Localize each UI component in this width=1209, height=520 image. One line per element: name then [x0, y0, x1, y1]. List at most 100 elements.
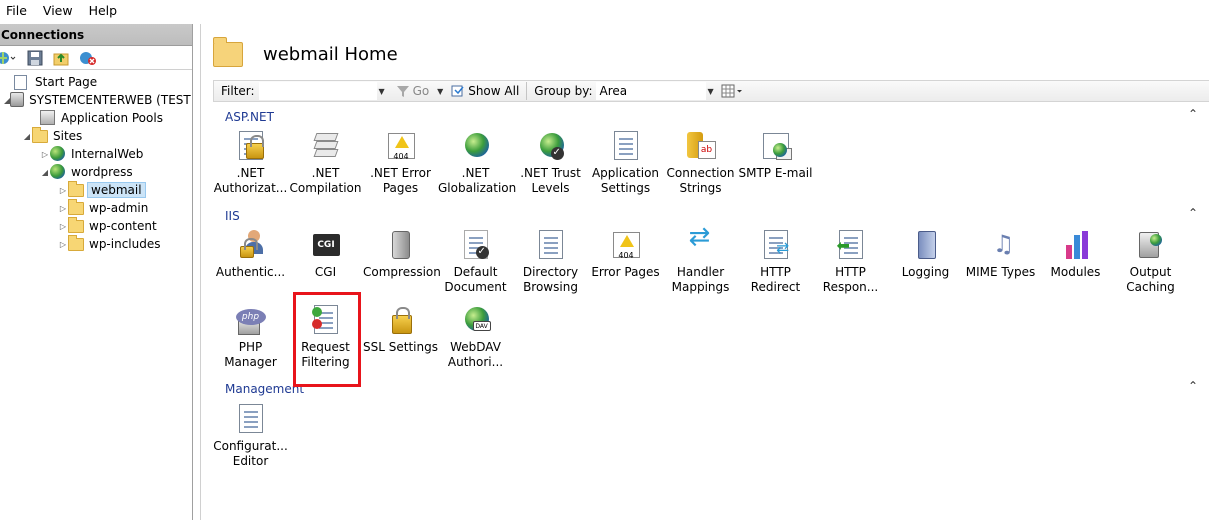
tree-item-label: Sites	[53, 129, 83, 143]
tile-label: Globalization	[438, 181, 517, 195]
group-by-label: Group by:	[534, 84, 593, 98]
show-all-button[interactable]: Show All	[448, 84, 522, 98]
tile-label: Mappings	[671, 280, 730, 294]
tree-item-sites[interactable]: ◢ Sites	[0, 127, 192, 145]
tile-http-response-headers[interactable]: ⬅ HTTP Respon...	[813, 228, 888, 295]
tree-item-start-page[interactable]: Start Page	[0, 73, 192, 91]
collapse-chevron-icon[interactable]: ⌃	[1188, 379, 1198, 393]
disconnect-icon[interactable]	[79, 50, 96, 66]
collapse-chevron-icon[interactable]: ⌃	[1188, 206, 1198, 220]
tile-cgi[interactable]: CGI CGI	[288, 228, 363, 280]
funnel-icon	[396, 86, 409, 97]
section-aspnet[interactable]: ASP.NET ⌃	[213, 107, 1198, 125]
go-button[interactable]: Go ▼	[393, 84, 449, 98]
go-dropdown-icon[interactable]: ▼	[435, 87, 445, 96]
tile-label: Strings	[679, 181, 722, 195]
tile-net-error-pages[interactable]: 404 .NET Error Pages	[363, 129, 438, 196]
tree-item-wp-admin[interactable]: ▷ wp-admin	[0, 199, 192, 217]
tile-http-redirect[interactable]: HTTP Redirect	[738, 228, 813, 295]
menu-help[interactable]: Help	[81, 0, 126, 22]
tile-error-pages[interactable]: Error Pages	[588, 228, 663, 280]
tile-net-compilation[interactable]: .NET Compilation	[288, 129, 363, 196]
tile-directory-browsing[interactable]: Directory Browsing	[513, 228, 588, 295]
tile-php-manager[interactable]: php PHP Manager	[213, 303, 288, 370]
tile-net-authorization[interactable]: .NET Authorizat...	[213, 129, 288, 196]
tile-smtp-email[interactable]: SMTP E-mail	[738, 129, 813, 181]
tile-label: Handler	[676, 265, 725, 279]
tile-modules[interactable]: Modules	[1038, 228, 1113, 280]
section-iis-label: IIS	[225, 209, 240, 223]
tile-label: Authori...	[447, 355, 504, 369]
group-by-dropdown-icon[interactable]: ▼	[706, 87, 716, 96]
tile-net-globalization[interactable]: .NET Globalization	[438, 129, 517, 196]
collapse-arrow-icon[interactable]: ◢	[40, 168, 50, 177]
expand-arrow-icon[interactable]: ▷	[58, 186, 68, 195]
tree-item-wordpress[interactable]: ◢ wordpress	[0, 163, 192, 181]
request-filtering-icon	[309, 303, 343, 337]
tile-compression[interactable]: Compression	[363, 228, 441, 280]
menu-file[interactable]: File	[0, 0, 35, 22]
page-title: webmail Home	[263, 43, 398, 65]
expand-arrow-icon[interactable]: ▷	[58, 204, 68, 213]
tree-item-label: wordpress	[71, 165, 133, 179]
tile-application-settings[interactable]: Application Settings	[588, 129, 663, 196]
tile-mime-types[interactable]: ♫ MIME Types	[963, 228, 1038, 280]
up-folder-icon[interactable]	[53, 50, 69, 66]
view-toggle-button[interactable]	[718, 84, 746, 98]
tile-label: Manager	[224, 355, 277, 369]
collapse-arrow-icon[interactable]: ◢	[22, 132, 32, 141]
tile-label: Document	[444, 280, 507, 294]
tree-item-wp-includes[interactable]: ▷ wp-includes	[0, 235, 192, 253]
connections-title: Connections	[0, 24, 192, 46]
directory-browsing-icon	[534, 228, 568, 262]
iis-manager-window: File View Help Connections Start Page ◢ …	[0, 0, 1209, 520]
tree-item-application-pools[interactable]: Application Pools	[0, 109, 192, 127]
tree-item-label: SYSTEMCENTERWEB (TEST1\	[29, 93, 193, 107]
tree-item-webmail[interactable]: ▷ webmail	[0, 181, 192, 199]
tree-item-server[interactable]: ◢ SYSTEMCENTERWEB (TEST1\	[0, 91, 192, 109]
connect-globe-icon[interactable]	[0, 50, 16, 66]
tile-configuration-editor[interactable]: Configurat... Editor	[213, 402, 288, 469]
net-globalization-icon	[459, 129, 493, 163]
tile-label: Directory	[522, 265, 579, 279]
tile-label: HTTP	[835, 265, 866, 279]
tree-item-label: Application Pools	[61, 111, 163, 125]
filter-bar: Filter: ▼ Go ▼ Show All Group by: Area ▼	[213, 80, 1209, 102]
tile-label: SSL Settings	[363, 340, 438, 354]
collapse-chevron-icon[interactable]: ⌃	[1188, 107, 1198, 121]
tile-net-trust-levels[interactable]: .NET Trust Levels	[513, 129, 588, 196]
tile-connection-strings[interactable]: ab Connection Strings	[663, 129, 738, 196]
menu-bar: File View Help	[0, 0, 1209, 22]
tile-request-filtering[interactable]: Request Filtering	[288, 303, 363, 370]
filter-label: Filter:	[221, 84, 255, 98]
tree-item-internalweb[interactable]: ▷ InternalWeb	[0, 145, 192, 163]
group-by-select[interactable]: Area	[595, 82, 706, 100]
server-icon	[10, 92, 25, 108]
tile-authentication[interactable]: Authentic...	[213, 228, 288, 280]
section-management[interactable]: Management ⌃	[213, 379, 1198, 397]
features-pane: webmail Home Filter: ▼ Go ▼ Show All Gro…	[200, 24, 1209, 520]
tile-label: HTTP	[760, 265, 791, 279]
filter-dropdown-icon[interactable]: ▼	[377, 87, 387, 96]
tile-webdav-authoring[interactable]: DAV WebDAV Authori...	[438, 303, 513, 370]
tile-handler-mappings[interactable]: Handler Mappings	[663, 228, 738, 295]
features-view: ASP.NET ⌃ .NET Authorizat... .NET Compil…	[213, 106, 1209, 520]
tile-label: Application	[591, 166, 660, 180]
application-pools-icon	[40, 110, 56, 126]
expand-arrow-icon[interactable]: ▷	[58, 240, 68, 249]
expand-arrow-icon[interactable]: ▷	[40, 150, 50, 159]
save-icon[interactable]	[27, 50, 43, 66]
tile-default-document[interactable]: Default Document	[438, 228, 513, 295]
tile-logging[interactable]: Logging	[888, 228, 963, 280]
tile-label: Logging	[901, 265, 950, 279]
tile-label: .NET Error	[370, 166, 431, 180]
tree-item-wp-content[interactable]: ▷ wp-content	[0, 217, 192, 235]
folder-icon	[68, 235, 84, 252]
menu-view[interactable]: View	[35, 0, 81, 22]
tile-ssl-settings[interactable]: SSL Settings	[363, 303, 438, 355]
section-management-label: Management	[225, 382, 305, 396]
tile-output-caching[interactable]: Output Caching	[1113, 228, 1188, 295]
expand-arrow-icon[interactable]: ▷	[58, 222, 68, 231]
tree-item-label: webmail	[87, 182, 146, 198]
filter-input[interactable]	[258, 82, 377, 100]
